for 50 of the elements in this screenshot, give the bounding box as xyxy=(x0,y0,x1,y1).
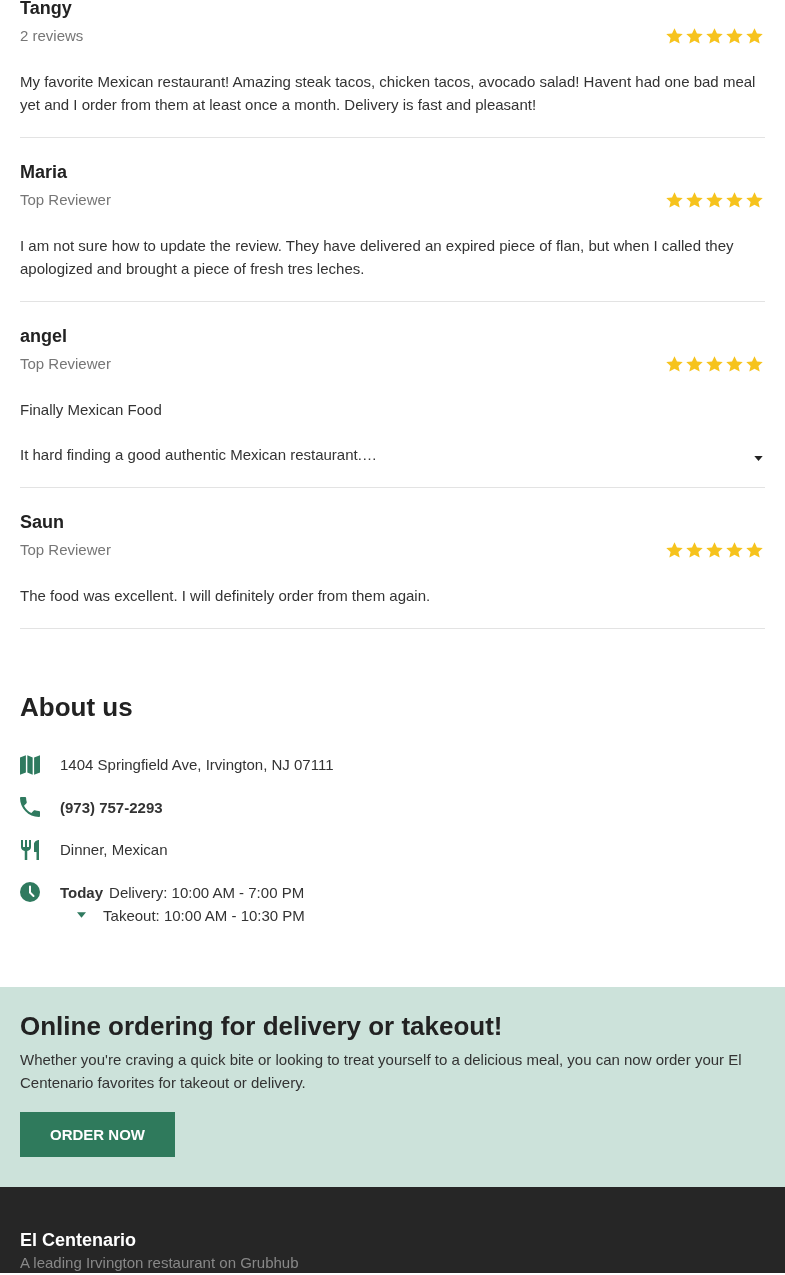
star-icon xyxy=(746,356,763,372)
star-icon xyxy=(706,542,723,558)
star-icon xyxy=(726,542,743,558)
star-icon xyxy=(726,356,743,372)
star-icon xyxy=(666,356,683,372)
restaurant-name: El Centenario xyxy=(20,1228,137,1251)
caret-icon[interactable] xyxy=(754,456,763,461)
reviewer-name: angel xyxy=(20,325,67,347)
review-text: It hard finding a good authentic Mexican restaurant.… xyxy=(20,445,377,465)
order-now-button[interactable]: ORDER NOW xyxy=(20,1111,175,1157)
review-text: Finally Mexican Food xyxy=(20,400,162,420)
footer-tagline: A leading Irvington restaurant on Grubhub xyxy=(20,1252,300,1273)
hours-text: Takeout: 10:00 AM - 10:30 PM xyxy=(103,905,305,926)
phone-link[interactable]: (973) 757-2293 xyxy=(60,795,163,819)
review-text: The food was excellent. I will definitely order from them again. xyxy=(20,586,431,606)
reviewer-name: Tangy xyxy=(20,0,72,19)
star-icon xyxy=(686,542,703,558)
reviewer-name: Maria xyxy=(20,161,68,183)
star-icon xyxy=(706,356,723,372)
star-icon xyxy=(666,542,683,558)
hours-text: Delivery: 10:00 AM - 7:00 PM xyxy=(109,882,305,903)
review-text: My favorite Mexican restaurant! Amazing steak tacos, chicken tacos, avocado salad! Havent had one bad meal yet and I order from them at least once a month. Delivery is fast and pleasant! xyxy=(20,72,757,115)
star-icon xyxy=(666,192,683,208)
star-icon xyxy=(746,28,763,44)
fork-knife-icon xyxy=(20,839,40,860)
section-heading: About us xyxy=(20,691,134,723)
day-label: Today xyxy=(60,882,104,903)
review-text: I am not sure how to update the review. They have delivered an expired piece of flan, but when I called they apologized and brought a piece of fresh tres leches. xyxy=(20,236,735,279)
clock-icon xyxy=(20,882,40,902)
reviewer-subtitle: Top Reviewer xyxy=(20,354,111,374)
star-icon xyxy=(746,192,763,208)
star-icon xyxy=(706,28,723,44)
reviewer-subtitle: Top Reviewer xyxy=(20,540,111,560)
star-icon xyxy=(726,28,743,44)
star-icon xyxy=(746,542,763,558)
map-icon xyxy=(20,754,40,775)
promo-text: Whether you're craving a quick bite or looking to treat yourself to a delicious meal, you can now order your El Centenario favorites for takeout or delivery. xyxy=(20,1049,743,1093)
star-icon xyxy=(666,28,683,44)
star-icon xyxy=(686,28,703,44)
address-text: 1404 Springfield Ave, Irvington, NJ 07111 xyxy=(60,755,334,775)
reviewer-subtitle: Top Reviewer xyxy=(20,190,111,210)
star-icon xyxy=(706,192,723,208)
star-icon xyxy=(726,192,743,208)
star-icon xyxy=(686,192,703,208)
reviewer-name: Saun xyxy=(20,511,64,533)
cuisine-text: Dinner, Mexican xyxy=(60,840,168,860)
phone-icon xyxy=(20,797,40,817)
reviewer-subtitle: 2 reviews xyxy=(20,26,84,46)
star-icon xyxy=(686,356,703,372)
promo-heading: Online ordering for delivery or takeout! xyxy=(20,1009,504,1042)
